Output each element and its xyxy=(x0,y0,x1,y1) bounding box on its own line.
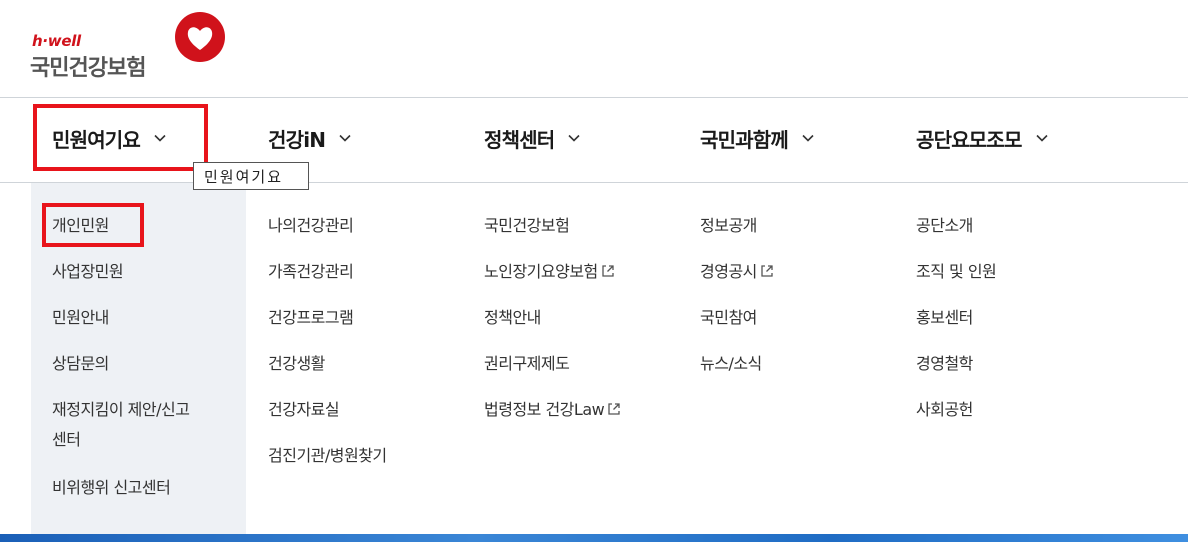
submenu-item-label: 법령정보 건강Law xyxy=(484,400,605,419)
external-link-icon xyxy=(602,265,614,277)
highlight-box-submenu xyxy=(42,203,144,247)
submenu-item-label: 경영공시 xyxy=(700,262,757,281)
submenu-item-policy-guide[interactable]: 정책안내 xyxy=(484,304,541,332)
highlight-box-gnb xyxy=(33,104,208,171)
submenu-item-finance-report[interactable]: 재정지킴이 제안/신고 xyxy=(52,396,190,424)
submenu-item-label: 노인장기요양보험 xyxy=(484,262,598,281)
submenu-item-philosophy[interactable]: 경영철학 xyxy=(916,350,973,378)
submenu-item-ltc-insurance[interactable]: 노인장기요양보험 xyxy=(484,258,615,286)
chevron-down-icon xyxy=(802,134,814,142)
gnb-item-health-in[interactable]: 건강iN xyxy=(268,118,351,158)
tooltip: 민원여기요 xyxy=(193,162,309,190)
submenu-item-intro[interactable]: 공단소개 xyxy=(916,212,973,240)
gnb-label: 국민과함께 xyxy=(700,127,789,152)
submenu-item-health-program[interactable]: 건강프로그램 xyxy=(268,304,354,332)
submenu-item-news[interactable]: 뉴스/소식 xyxy=(700,350,762,378)
submenu-item-mgmt-disclosure[interactable]: 경영공시 xyxy=(700,258,774,286)
submenu-item-social-contribution[interactable]: 사회공헌 xyxy=(916,396,973,424)
submenu-item-nhi[interactable]: 국민건강보험 xyxy=(484,212,570,240)
banner-edge xyxy=(0,534,1188,542)
submenu-item-family-health[interactable]: 가족건강관리 xyxy=(268,258,354,286)
gnb-label: 정책센터 xyxy=(484,127,555,152)
submenu-item-organization[interactable]: 조직 및 인원 xyxy=(916,258,997,286)
submenu-item-participation[interactable]: 국민참여 xyxy=(700,304,757,332)
submenu-item-finance-report-cont[interactable]: 센터 xyxy=(52,426,81,454)
submenu-item-pr-center[interactable]: 홍보센터 xyxy=(916,304,973,332)
submenu-item-health-life[interactable]: 건강생활 xyxy=(268,350,325,378)
gnb-item-policy-center[interactable]: 정책센터 xyxy=(484,118,580,158)
heart-logo-icon xyxy=(175,12,225,62)
external-link-icon xyxy=(761,265,773,277)
submenu-item-health-data[interactable]: 건강자료실 xyxy=(268,396,340,424)
submenu-item-law[interactable]: 법령정보 건강Law xyxy=(484,396,621,424)
gnb-item-with-citizens[interactable]: 국민과함께 xyxy=(700,118,814,158)
gnb-item-about[interactable]: 공단요모조모 xyxy=(916,118,1048,158)
chevron-down-icon xyxy=(339,134,351,142)
submenu-item-find-hospital[interactable]: 검진기관/병원찾기 xyxy=(268,442,387,470)
header-divider xyxy=(0,97,1188,98)
logo[interactable]: h·well 국민건강보험 xyxy=(30,10,230,81)
chevron-down-icon xyxy=(568,134,580,142)
submenu-item-misconduct[interactable]: 비위행위 신고센터 xyxy=(52,474,171,502)
submenu-item-guide[interactable]: 민원안내 xyxy=(52,304,109,332)
submenu-item-remedy[interactable]: 권리구제제도 xyxy=(484,350,570,378)
submenu-item-my-health[interactable]: 나의건강관리 xyxy=(268,212,354,240)
logo-en: h·well xyxy=(32,32,81,50)
external-link-icon xyxy=(608,403,620,415)
submenu-item-consult[interactable]: 상담문의 xyxy=(52,350,109,378)
gnb-label: 건강iN xyxy=(268,127,326,152)
submenu-item-workplace[interactable]: 사업장민원 xyxy=(52,258,124,286)
submenu-item-disclosure[interactable]: 정보공개 xyxy=(700,212,757,240)
logo-ko: 국민건강보험 xyxy=(30,56,146,81)
gnb-label: 공단요모조모 xyxy=(916,127,1022,152)
chevron-down-icon xyxy=(1036,134,1048,142)
